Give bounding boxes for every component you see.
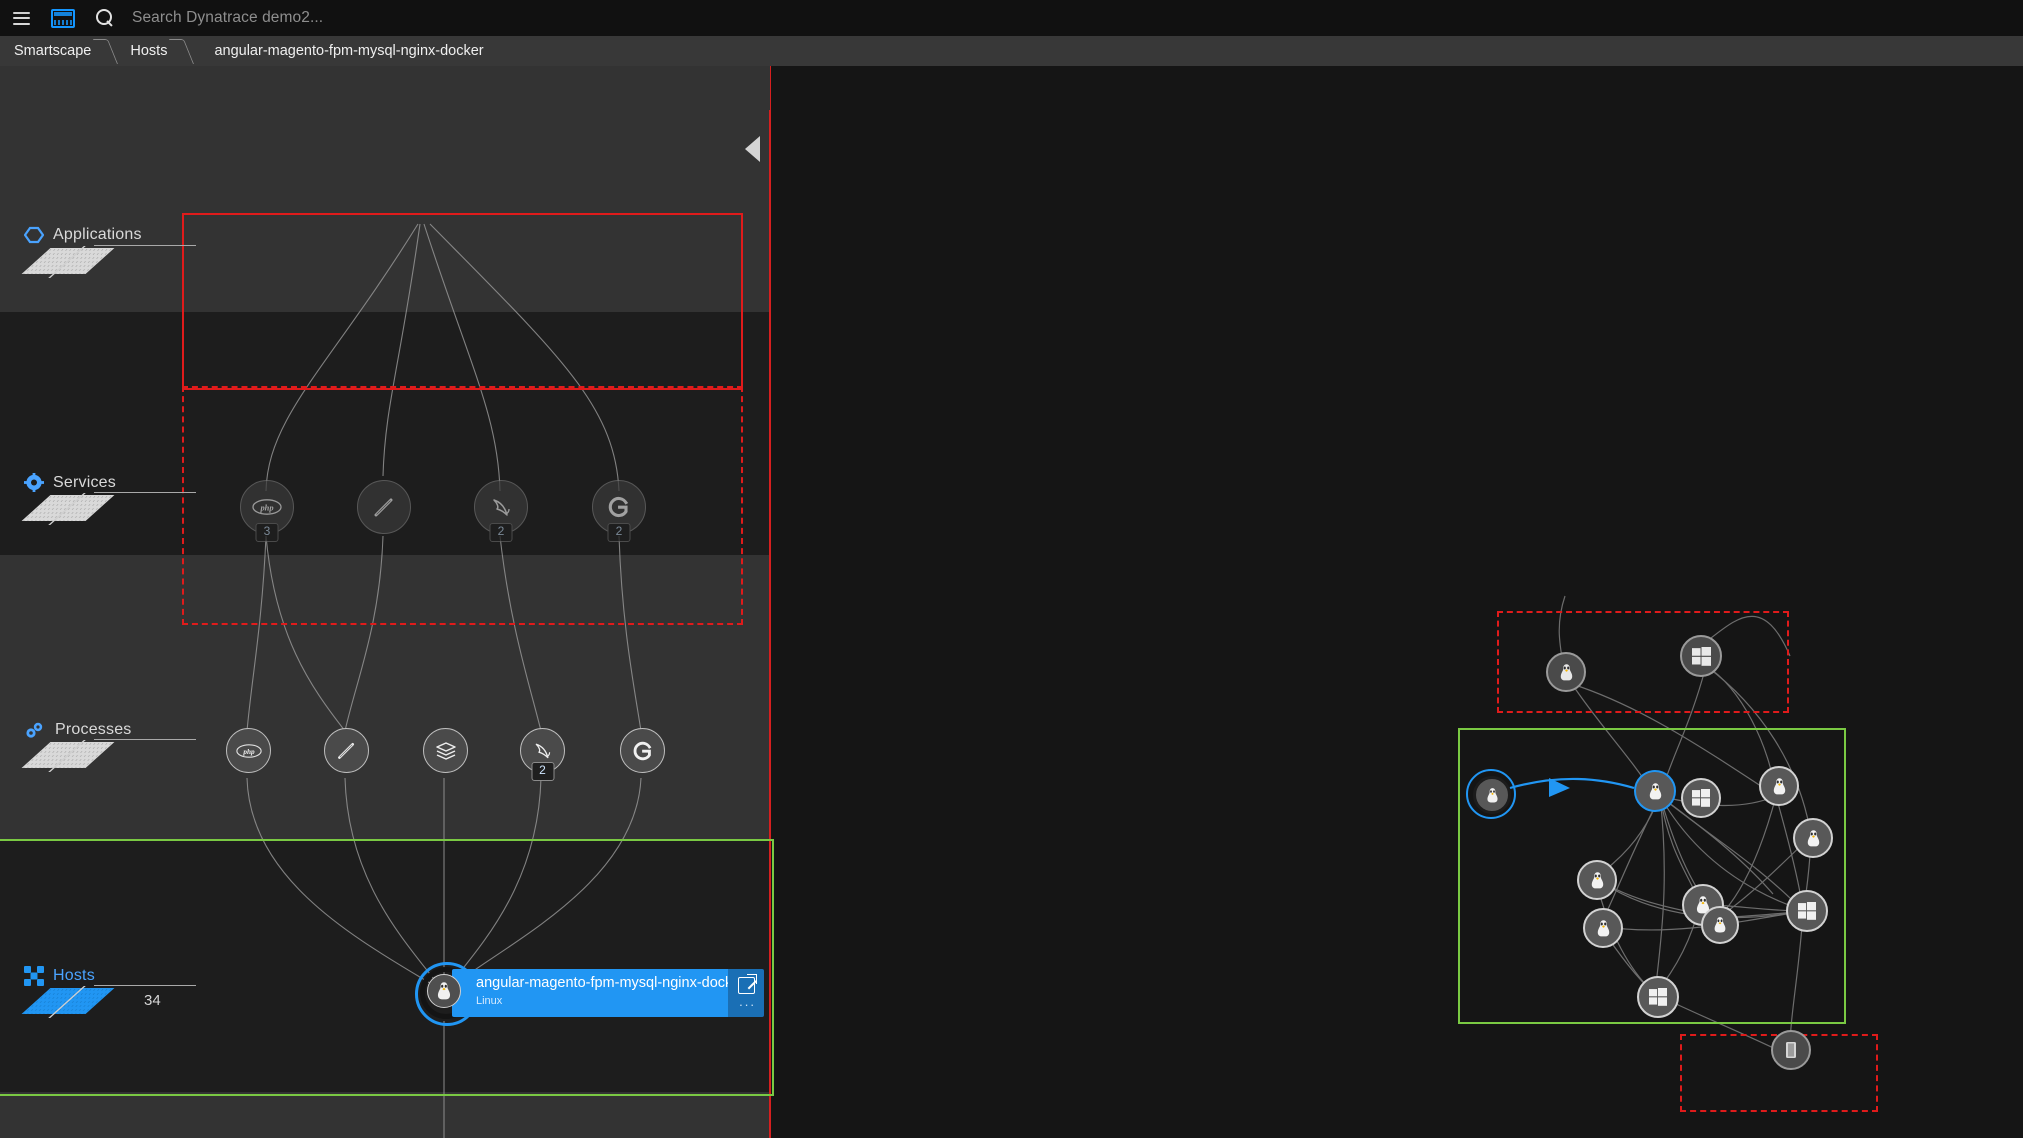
- lane-label-text: Services: [53, 473, 116, 491]
- minimap-node-windows[interactable]: [1680, 635, 1722, 677]
- minimap-node-linux-8[interactable]: [1701, 906, 1739, 944]
- windows-icon: [1692, 789, 1710, 807]
- minimap-region-top-dashed: [1497, 611, 1789, 713]
- php-icon: php: [235, 743, 262, 758]
- windows-icon: [1691, 646, 1711, 666]
- service-node-mysql[interactable]: 2: [474, 480, 528, 542]
- collapse-left-triangle-icon[interactable]: [745, 136, 760, 162]
- minimap-node-windows-2[interactable]: [1681, 778, 1721, 818]
- breadcrumb: Smartscape Hosts angular-magento-fpm-mys…: [0, 36, 2023, 66]
- service-node-nginx[interactable]: [357, 480, 411, 534]
- left-panel-red-edge: [769, 66, 771, 1138]
- top-bar: [0, 0, 2023, 36]
- minimap-node-server-rack[interactable]: [1771, 1030, 1811, 1070]
- windows-icon: [1649, 988, 1667, 1006]
- search-icon[interactable]: [84, 0, 126, 36]
- linux-tux-icon: [1597, 919, 1609, 936]
- svg-text:php: php: [242, 747, 255, 755]
- linux-tux-icon: [1560, 663, 1572, 680]
- minimap-node-windows-3[interactable]: [1786, 890, 1828, 932]
- lane-label-processes[interactable]: Processes: [24, 720, 132, 740]
- minimap-node-linux-4[interactable]: [1793, 818, 1833, 858]
- lane-below-band: [0, 1092, 770, 1138]
- go-icon: [633, 741, 651, 760]
- minimap-node-windows-4[interactable]: [1637, 976, 1679, 1018]
- minimap-node-linux[interactable]: [1546, 652, 1586, 692]
- process-node-nginx[interactable]: [324, 728, 369, 773]
- linux-tux-icon: [437, 982, 451, 1000]
- breadcrumb-item-hosts[interactable]: Hosts: [116, 43, 170, 59]
- linux-tux-icon: [1714, 917, 1726, 933]
- process-node-database[interactable]: [423, 728, 468, 773]
- php-icon: php: [252, 499, 282, 515]
- service-node-php[interactable]: php 3: [240, 480, 294, 542]
- lane-label-services[interactable]: Services: [24, 473, 116, 492]
- nginx-icon: [374, 498, 393, 517]
- lane-hosts-band: [0, 839, 770, 1092]
- lane-count-hosts: 34: [144, 992, 161, 1009]
- smartscape-page: Smartscape Hosts angular-magento-fpm-mys…: [0, 0, 2023, 1138]
- processes-icon: [26, 722, 43, 738]
- selected-host-chip[interactable]: angular-magento-fpm-mysql-nginx-docker L…: [452, 969, 764, 1017]
- host-overflow-dots: ...: [739, 994, 756, 1009]
- lane-label-text: Hosts: [53, 967, 95, 984]
- server-rack-icon: [1786, 1042, 1796, 1058]
- breadcrumb-item-current: angular-magento-fpm-mysql-nginx-docker: [214, 43, 484, 59]
- nginx-icon: [338, 742, 355, 759]
- minimap-node-linux-5[interactable]: [1577, 860, 1617, 900]
- external-link-icon: [737, 974, 757, 994]
- lane-label-text: Processes: [55, 721, 132, 738]
- lane-applications-band: [0, 66, 770, 312]
- open-host-details-button[interactable]: ...: [728, 969, 764, 1017]
- service-node-go[interactable]: 2: [592, 480, 646, 542]
- search-input[interactable]: [126, 8, 2023, 28]
- service-node-badge: 3: [255, 523, 279, 542]
- breadcrumb-item-smartscape[interactable]: Smartscape: [0, 43, 94, 59]
- gear-icon: [24, 473, 44, 492]
- process-node-badge: 2: [531, 762, 554, 781]
- lane-label-hosts[interactable]: Hosts: [24, 966, 95, 986]
- lane-label-applications[interactable]: Applications: [24, 226, 142, 244]
- service-node-badge: 2: [489, 523, 513, 542]
- linux-tux-icon: [1807, 829, 1819, 846]
- process-node-php[interactable]: php: [226, 728, 271, 773]
- selected-host-node[interactable]: [427, 974, 461, 1008]
- linux-tux-icon: [1591, 871, 1603, 888]
- mysql-dolphin-icon: [493, 499, 510, 516]
- linux-tux-icon: [1649, 782, 1661, 799]
- selected-host-name: angular-magento-fpm-mysql-nginx-docker: [476, 975, 746, 991]
- svg-text:php: php: [259, 503, 273, 512]
- windows-icon: [1798, 902, 1816, 920]
- lane-processes-band: [0, 555, 770, 839]
- process-node-go[interactable]: [620, 728, 665, 773]
- mysql-dolphin-icon: [535, 743, 551, 759]
- selected-host-os: Linux: [476, 995, 503, 1007]
- host-grid-icon: [24, 966, 44, 986]
- process-node-mysql[interactable]: 2: [520, 728, 565, 781]
- service-node-badge: 2: [607, 523, 631, 542]
- hamburger-menu-icon[interactable]: [0, 0, 42, 36]
- breadcrumb-separator-icon: [170, 36, 192, 66]
- smartscape-canvas: Applications Services php 3 2 2 Processe…: [0, 66, 2023, 1138]
- application-hexagon-icon: [24, 226, 44, 244]
- collapse-handle-bg: [741, 66, 770, 110]
- linux-tux-icon: [1773, 777, 1785, 794]
- database-stack-icon: [435, 741, 456, 760]
- breadcrumb-separator-icon: [94, 36, 116, 66]
- minimap-selected-ring: [1466, 769, 1516, 819]
- lane-label-text: Applications: [53, 226, 142, 243]
- dashboard-monitor-icon[interactable]: [42, 0, 84, 36]
- minimap-node-linux-6[interactable]: [1583, 908, 1623, 948]
- go-icon: [608, 496, 629, 518]
- minimap-node-hub-linux[interactable]: [1634, 770, 1676, 812]
- minimap-node-linux-3[interactable]: [1759, 766, 1799, 806]
- selected-host-chip-body: angular-magento-fpm-mysql-nginx-docker L…: [452, 969, 746, 1017]
